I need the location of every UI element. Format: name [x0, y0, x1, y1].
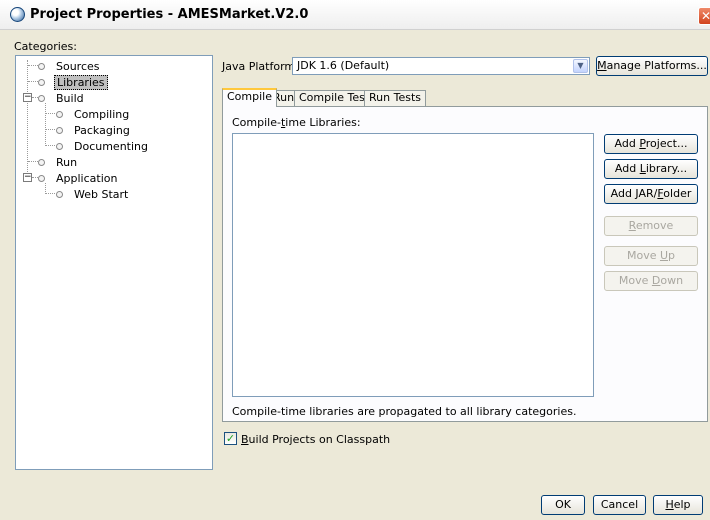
tree-connector — [27, 60, 28, 174]
move-up-button[interactable]: Move Up — [604, 246, 698, 266]
tree-item-label: Build — [56, 91, 84, 105]
cancel-button[interactable]: Cancel — [593, 495, 646, 515]
tree-item-application[interactable]: Application — [38, 170, 119, 185]
button-label: older — [663, 187, 692, 200]
tree-connector — [28, 65, 38, 66]
title-bar: Project Properties - AMESMarket.V2.0 ✕ — [0, 0, 710, 30]
tree-item-label: Documenting — [74, 139, 148, 153]
compile-time-libraries-label: Compile-time Libraries: — [232, 116, 361, 129]
button-label: Add JAR/ — [610, 187, 658, 200]
tree-item-label: Run — [56, 155, 78, 169]
tree-item-packaging[interactable]: Packaging — [56, 122, 132, 137]
close-button[interactable]: ✕ — [698, 7, 710, 25]
add-project-button[interactable]: Add Project... — [604, 134, 698, 154]
node-icon — [56, 190, 63, 198]
button-label: roject... — [645, 137, 688, 150]
tree-connector — [46, 193, 55, 194]
tree-item-documenting[interactable]: Documenting — [56, 138, 150, 153]
button-label: own — [660, 274, 684, 287]
tree-connector — [46, 129, 55, 130]
tree-item-label: Web Start — [74, 187, 129, 201]
node-icon — [56, 110, 63, 118]
node-icon — [38, 62, 45, 70]
tree-connector — [46, 145, 55, 146]
compile-time-libraries-list[interactable] — [232, 133, 594, 397]
tree-connector — [45, 103, 46, 146]
node-icon — [56, 142, 63, 150]
add-library-button[interactable]: Add Library... — [604, 159, 698, 179]
node-icon — [38, 174, 45, 182]
tree-item-compiling[interactable]: Compiling — [56, 106, 131, 121]
tree-connector — [28, 81, 38, 82]
node-icon — [38, 94, 45, 102]
label-text: uild Projects on Classpath — [248, 433, 391, 446]
tree-item-label: Application — [56, 171, 118, 185]
tree-item-web-start[interactable]: Web Start — [56, 186, 130, 201]
remove-button[interactable]: Remove — [604, 216, 698, 236]
categories-tree[interactable]: − − Sources Libraries Build Compiling Pa… — [15, 55, 213, 470]
label-text: ava Platform: — [225, 60, 299, 73]
tree-item-label: Packaging — [74, 123, 130, 137]
propagation-note: Compile-time libraries are propagated to… — [232, 405, 577, 418]
button-label: Move — [618, 274, 652, 287]
mnemonic: M — [597, 59, 607, 72]
java-platform-value: JDK 1.6 (Default) — [297, 59, 390, 72]
manage-platforms-button[interactable]: Manage Platforms... — [596, 56, 708, 76]
checkmark-icon: ✓ — [225, 432, 236, 445]
node-icon — [38, 78, 45, 86]
tree-item-label: Libraries — [54, 74, 108, 90]
button-label: Add — [614, 137, 640, 150]
button-label: elp — [673, 498, 691, 511]
ok-button[interactable]: OK — [541, 495, 585, 515]
collapse-build-icon[interactable]: − — [23, 93, 32, 102]
mnemonic: B — [241, 433, 249, 446]
button-label: Move — [626, 249, 660, 262]
button-label: anage Platforms... — [606, 59, 707, 72]
tab-compile[interactable]: Compile — [222, 88, 277, 107]
build-projects-label[interactable]: Build Projects on Classpath — [241, 433, 390, 446]
node-icon — [56, 126, 63, 134]
add-jar-folder-button[interactable]: Add JAR/Folder — [604, 184, 698, 204]
window-title: Project Properties - AMESMarket.V2.0 — [30, 7, 309, 22]
tab-run-tests[interactable]: Run Tests — [364, 90, 426, 106]
java-platform-label: Java Platform: — [222, 60, 299, 73]
chevron-down-icon[interactable]: ▼ — [573, 59, 588, 73]
tree-connector — [28, 161, 38, 162]
mnemonic: H — [665, 498, 674, 511]
netbeans-app-icon — [10, 7, 25, 22]
button-label: ibrary... — [645, 162, 688, 175]
label-text: Compile- — [232, 116, 281, 129]
mnemonic: R — [628, 219, 636, 232]
move-down-button[interactable]: Move Down — [604, 271, 698, 291]
close-icon: ✕ — [700, 9, 710, 23]
java-platform-select[interactable]: JDK 1.6 (Default) ▼ — [292, 57, 590, 75]
tree-item-sources[interactable]: Sources — [38, 58, 102, 73]
button-label: p — [668, 249, 676, 262]
tree-connector — [46, 113, 55, 114]
tree-item-libraries[interactable]: Libraries — [38, 74, 108, 90]
help-button[interactable]: Help — [653, 495, 703, 515]
node-icon — [38, 158, 45, 166]
button-label: Add — [614, 162, 640, 175]
mnemonic: U — [659, 249, 669, 262]
build-projects-checkbox[interactable]: ✓ — [224, 432, 237, 445]
categories-label: Categories: — [14, 40, 77, 53]
button-label: emove — [635, 219, 674, 232]
tree-item-run[interactable]: Run — [38, 154, 79, 169]
tree-item-label: Sources — [56, 59, 100, 73]
tree-item-label: Compiling — [74, 107, 130, 121]
tree-item-build[interactable]: Build — [38, 90, 86, 105]
collapse-application-icon[interactable]: − — [23, 173, 32, 182]
label-text: ime Libraries: — [285, 116, 361, 129]
